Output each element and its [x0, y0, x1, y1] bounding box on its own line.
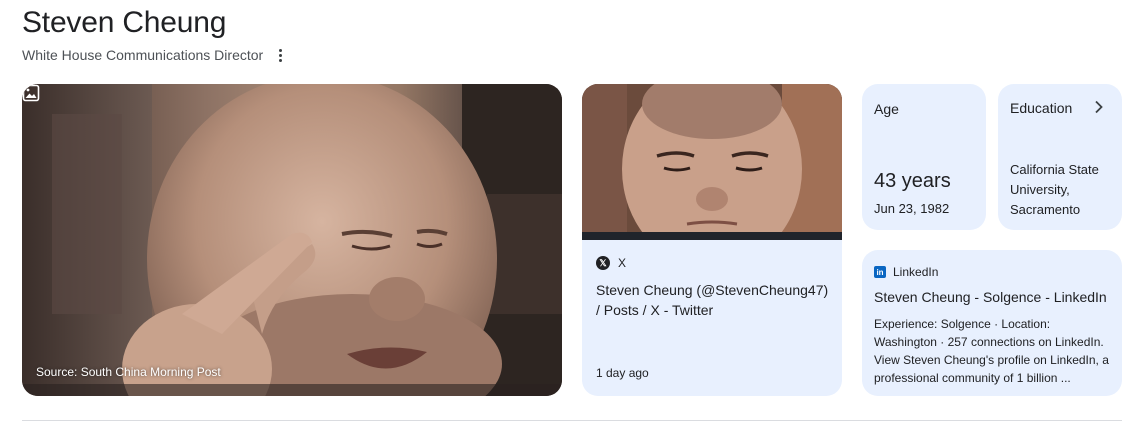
image-source-label: Source: South China Morning Post	[36, 365, 221, 379]
x-source: 𝕏 X	[596, 256, 626, 270]
x-result-title[interactable]: Steven Cheung (@StevenCheung47) / Posts …	[596, 280, 832, 320]
image-icon[interactable]	[22, 84, 40, 102]
linkedin-source-name: LinkedIn	[893, 265, 939, 279]
x-result-time: 1 day ago	[596, 366, 649, 380]
x-card-photo	[582, 84, 842, 240]
subtitle: White House Communications Director	[22, 47, 264, 63]
main-photo[interactable]: Source: South China Morning Post	[22, 84, 562, 396]
portrait-photo-illustration	[22, 84, 562, 396]
education-value: California State University, Sacramento	[1010, 162, 1099, 217]
linkedin-logo-icon: in	[874, 266, 886, 278]
linkedin-source: in LinkedIn	[874, 265, 938, 279]
more-vert-icon[interactable]	[273, 46, 287, 64]
page-title: Steven Cheung	[22, 6, 227, 39]
age-card[interactable]: Age 43 years Jun 23, 1982	[862, 84, 986, 230]
linkedin-snippet: Experience: Solgence · Location: Washing…	[874, 317, 1109, 385]
linkedin-result-title[interactable]: Steven Cheung - Solgence - LinkedIn	[874, 289, 1107, 305]
subtitle-row: White House Communications Director	[22, 46, 287, 64]
linkedin-result-card[interactable]: in LinkedIn Steven Cheung - Solgence - L…	[862, 250, 1122, 396]
education-card[interactable]: Education California State University, S…	[998, 84, 1122, 230]
x-result-card[interactable]: 𝕏 X Steven Cheung (@StevenCheung47) / Po…	[582, 84, 842, 396]
x-source-name: X	[618, 256, 627, 270]
education-label: Education	[1010, 100, 1073, 116]
x-logo-icon: 𝕏	[596, 256, 610, 270]
age-label: Age	[874, 101, 899, 117]
age-value: 43 years	[874, 170, 951, 192]
divider	[22, 420, 1122, 421]
chevron-right-icon[interactable]	[1094, 100, 1104, 114]
birth-date: Jun 23, 1982	[874, 201, 950, 216]
